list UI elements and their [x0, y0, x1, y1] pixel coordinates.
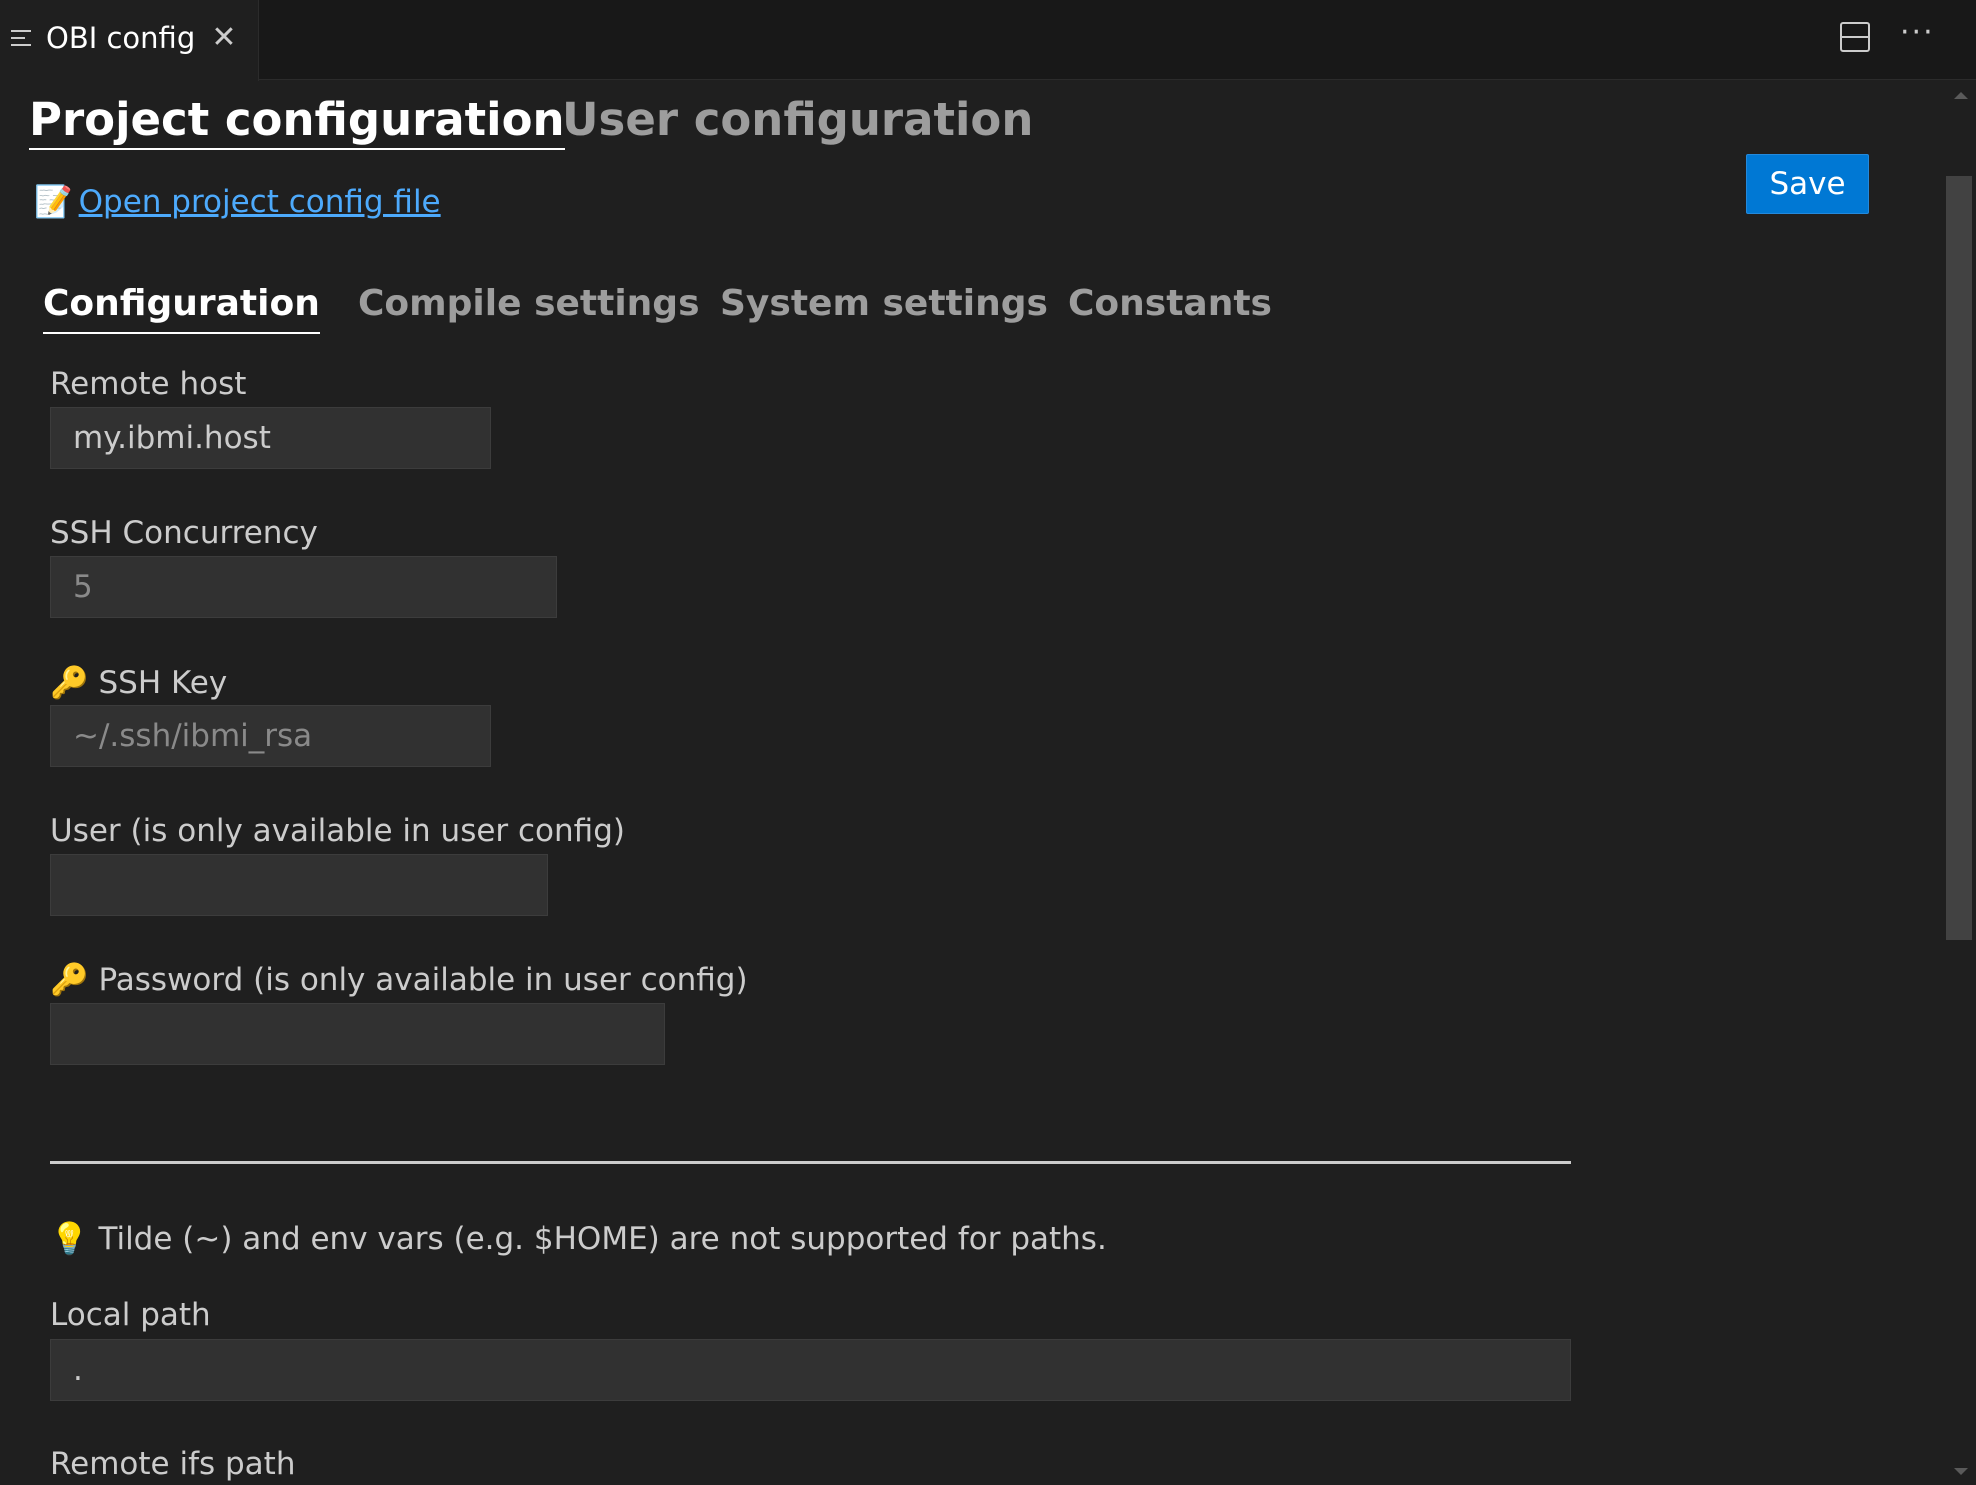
open-config-row: 📝 Open project config file [34, 183, 441, 220]
editor-tab-obi-config[interactable]: OBI config ✕ [0, 0, 259, 81]
more-actions-icon[interactable]: ··· [1900, 18, 1940, 48]
user-label: User (is only available in user config) [50, 813, 625, 849]
key-icon: 🔑 [50, 962, 89, 998]
paths-tip: 💡 Tilde (~) and env vars (e.g. $HOME) ar… [50, 1220, 1107, 1257]
scroll-up-icon[interactable] [1954, 92, 1968, 99]
close-icon[interactable]: ✕ [210, 23, 238, 53]
split-editor-icon[interactable] [1840, 22, 1870, 52]
ssh-key-input[interactable] [50, 705, 491, 767]
remote-host-label: Remote host [50, 366, 247, 402]
ssh-concurrency-label: SSH Concurrency [50, 515, 318, 551]
local-path-input[interactable] [50, 1339, 1571, 1401]
tab-configuration[interactable]: Configuration [43, 283, 320, 334]
editor-tab-title: OBI config [46, 21, 196, 55]
ssh-concurrency-input[interactable] [50, 556, 557, 618]
tab-system-settings[interactable]: System settings [720, 283, 1048, 324]
tab-constants[interactable]: Constants [1068, 283, 1272, 324]
memo-icon: 📝 [34, 184, 73, 220]
save-button[interactable]: Save [1746, 154, 1869, 214]
password-label: Password (is only available in user conf… [98, 962, 748, 998]
scroll-down-icon[interactable] [1954, 1468, 1968, 1475]
password-input[interactable] [50, 1003, 665, 1065]
user-input[interactable] [50, 854, 548, 916]
open-project-config-link[interactable]: Open project config file [79, 184, 441, 220]
paths-tip-text: Tilde (~) and env vars (e.g. $HOME) are … [98, 1221, 1107, 1257]
remote-ifs-path-label: Remote ifs path [50, 1446, 296, 1482]
vertical-scrollbar[interactable] [1946, 80, 1976, 1485]
tab-project-configuration[interactable]: Project configuration [29, 93, 565, 150]
remote-host-input[interactable] [50, 407, 491, 469]
ssh-key-label-row: 🔑 SSH Key [50, 664, 227, 701]
list-icon [11, 30, 31, 52]
scroll-thumb[interactable] [1946, 176, 1972, 940]
ssh-key-label: SSH Key [98, 665, 228, 701]
password-label-row: 🔑 Password (is only available in user co… [50, 961, 748, 998]
section-divider [50, 1161, 1571, 1164]
local-path-label: Local path [50, 1297, 211, 1333]
key-icon: 🔑 [50, 665, 89, 701]
editor-tab-bar: OBI config ✕ ··· [0, 0, 1976, 81]
tab-compile-settings[interactable]: Compile settings [358, 283, 700, 324]
tab-user-configuration[interactable]: User configuration [562, 93, 1033, 146]
lightbulb-icon: 💡 [50, 1221, 89, 1257]
